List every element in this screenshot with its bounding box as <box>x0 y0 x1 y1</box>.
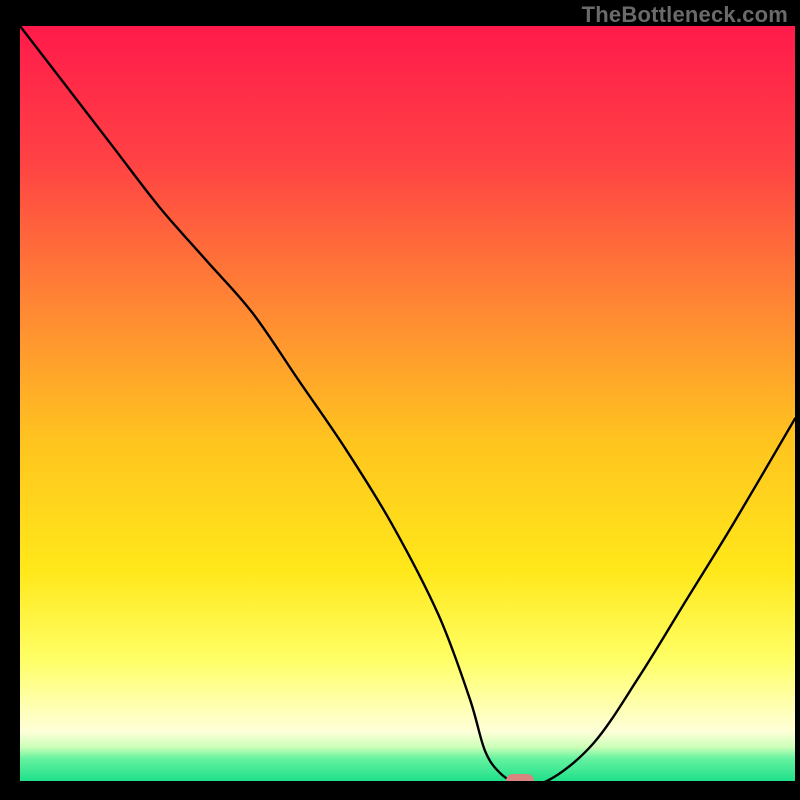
plot-area <box>20 26 795 781</box>
bottleneck-curve-chart <box>20 26 795 781</box>
chart-frame: TheBottleneck.com <box>0 0 800 800</box>
brand-watermark: TheBottleneck.com <box>582 2 788 28</box>
gradient-background <box>20 26 795 781</box>
